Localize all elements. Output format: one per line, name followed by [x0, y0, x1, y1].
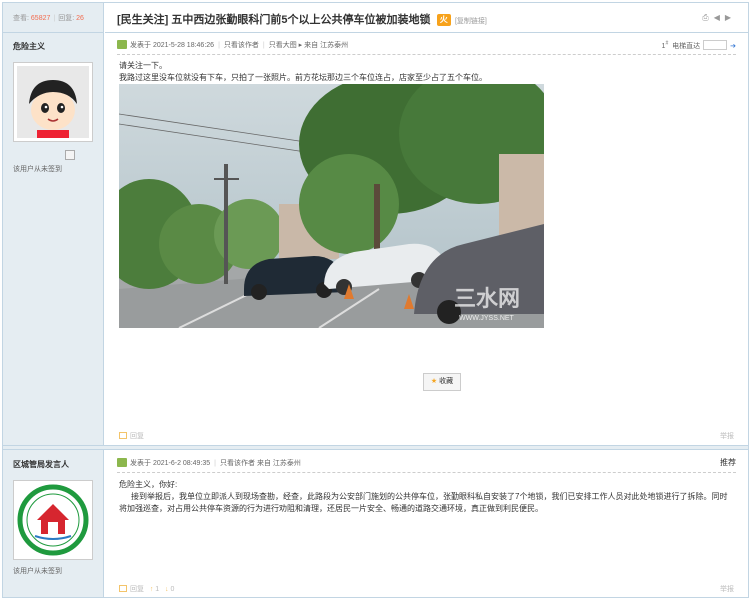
- avatar[interactable]: [13, 62, 93, 142]
- floor-sup: #: [665, 40, 669, 47]
- up-count: 1: [155, 586, 160, 593]
- post-line: 请关注一下。: [119, 61, 167, 70]
- post-time: 发表于 2021-6-2 08:49:35: [130, 460, 211, 467]
- reply-icon: [119, 432, 127, 439]
- floor-info: 1# 电梯直达 ➔: [662, 40, 736, 51]
- replies-label: 回复:: [58, 15, 75, 22]
- post1-author-panel: 危险主义 该用户从未签到: [3, 33, 104, 174]
- views-label: 查看:: [13, 15, 29, 22]
- next-thread-icon[interactable]: ▶: [725, 13, 736, 22]
- street-photo[interactable]: 三水网 WWW.JYSS.NET: [119, 84, 544, 328]
- thumb-down-icon[interactable]: ↓: [165, 586, 169, 593]
- report-link[interactable]: 举报: [720, 584, 734, 594]
- post-source: 来自 江苏泰州: [304, 42, 349, 49]
- post1-content: 发表于 2021-5-28 18:46:26 | 只看该作者 | 只看大图 ▸ 来自 江…: [105, 33, 748, 445]
- sign-note: 该用户从未签到: [13, 166, 62, 173]
- play-icon: ▸: [298, 42, 303, 49]
- hot-icon: 火: [436, 14, 451, 26]
- online-status-icon: [117, 40, 127, 49]
- post1-footer: 回复 举报: [119, 431, 734, 441]
- post2-content: 发表于 2021-6-2 08:49:35 | 只看该作者 来自 江苏泰州 推荐 危…: [105, 451, 748, 597]
- favorite-label: 收藏: [439, 378, 454, 385]
- jump-input[interactable]: [703, 40, 728, 50]
- favorite-button[interactable]: ★ 收藏: [423, 373, 461, 391]
- replies-count: 26: [76, 15, 84, 22]
- reply-link[interactable]: 回复: [130, 433, 144, 440]
- reply-text: 接到举报后，我单位立即派人到现场查勘，经查，此路段为公安部门施划的公共停车位，张…: [119, 492, 728, 513]
- reply-link[interactable]: 回复: [130, 586, 144, 593]
- city-management-logo: [17, 484, 89, 556]
- copy-link[interactable]: [复制链接]: [455, 18, 487, 25]
- post-divider: [3, 445, 748, 450]
- author-name[interactable]: 区城管局发言人: [13, 459, 104, 470]
- only-author-link[interactable]: 只看该作者: [224, 42, 259, 49]
- thread-frame: 查看: 65827 | 回复: 26 [民生关注] 五中西边张勤眼科门前5个以上公共…: [2, 2, 749, 598]
- post2-author-panel: 区城管局发言人 该用户从未签到: [3, 451, 104, 576]
- print-icon[interactable]: ⎙: [702, 13, 713, 22]
- thread-stats: 查看: 65827 | 回复: 26: [3, 3, 104, 33]
- reply-greeting: 危险主义，你好:: [119, 480, 178, 489]
- cartoon-avatar-image: [17, 66, 89, 138]
- post1-body: 请关注一下。 我路过这里没车位就没有下车，只拍了一张照片。前方花坛那边三个车位连…: [119, 60, 734, 391]
- header-icons: ⎙◀▶: [702, 13, 736, 23]
- big-image-link[interactable]: 只看大图: [269, 42, 297, 49]
- reply-icon: [119, 585, 127, 592]
- broken-image-icon: [65, 150, 75, 160]
- post-source: 来自 江苏泰州: [256, 460, 301, 467]
- recommend-button[interactable]: 推荐: [720, 457, 736, 468]
- prev-thread-icon[interactable]: ◀: [714, 13, 725, 22]
- sign-note: 该用户从未签到: [13, 568, 62, 575]
- post2-body: 危险主义，你好: 接到举报后，我单位立即派人到现场查勘，经查，此路段为公安部门施…: [119, 479, 734, 515]
- post-time: 发表于 2021-5-28 18:46:26: [130, 42, 215, 49]
- thread-title[interactable]: [民生关注] 五中西边张勤眼科门前5个以上公共停车位被加装地锁: [117, 14, 431, 26]
- report-link[interactable]: 举报: [720, 431, 734, 441]
- post1-meta: 发表于 2021-5-28 18:46:26 | 只看该作者 | 只看大图 ▸ 来自 江…: [117, 33, 736, 55]
- post-line: 我路过这里没车位就没有下车，只拍了一张照片。前方花坛那边三个车位连占，店家至少占…: [119, 73, 487, 82]
- watermark: 三水网: [454, 286, 520, 311]
- down-count: 0: [170, 586, 175, 593]
- jump-arrow-icon[interactable]: ➔: [730, 43, 736, 50]
- post2-meta: 发表于 2021-6-2 08:49:35 | 只看该作者 来自 江苏泰州 推荐: [117, 451, 736, 473]
- views-count: 65827: [30, 15, 51, 22]
- only-author-link[interactable]: 只看该作者: [220, 460, 255, 467]
- avatar[interactable]: [13, 480, 93, 560]
- watermark-url: WWW.JYSS.NET: [459, 315, 515, 322]
- online-status-icon: [117, 458, 127, 467]
- jump-label: 电梯直达: [672, 43, 701, 50]
- star-icon: ★: [430, 378, 438, 385]
- thumb-up-icon[interactable]: ↑: [150, 586, 154, 593]
- author-name[interactable]: 危险主义: [13, 41, 104, 52]
- post2-footer: 回复 ↑ 1 ↓ 0 举报: [119, 584, 734, 594]
- thread-header: [民生关注] 五中西边张勤眼科门前5个以上公共停车位被加装地锁 火 [复制链接]…: [105, 3, 748, 33]
